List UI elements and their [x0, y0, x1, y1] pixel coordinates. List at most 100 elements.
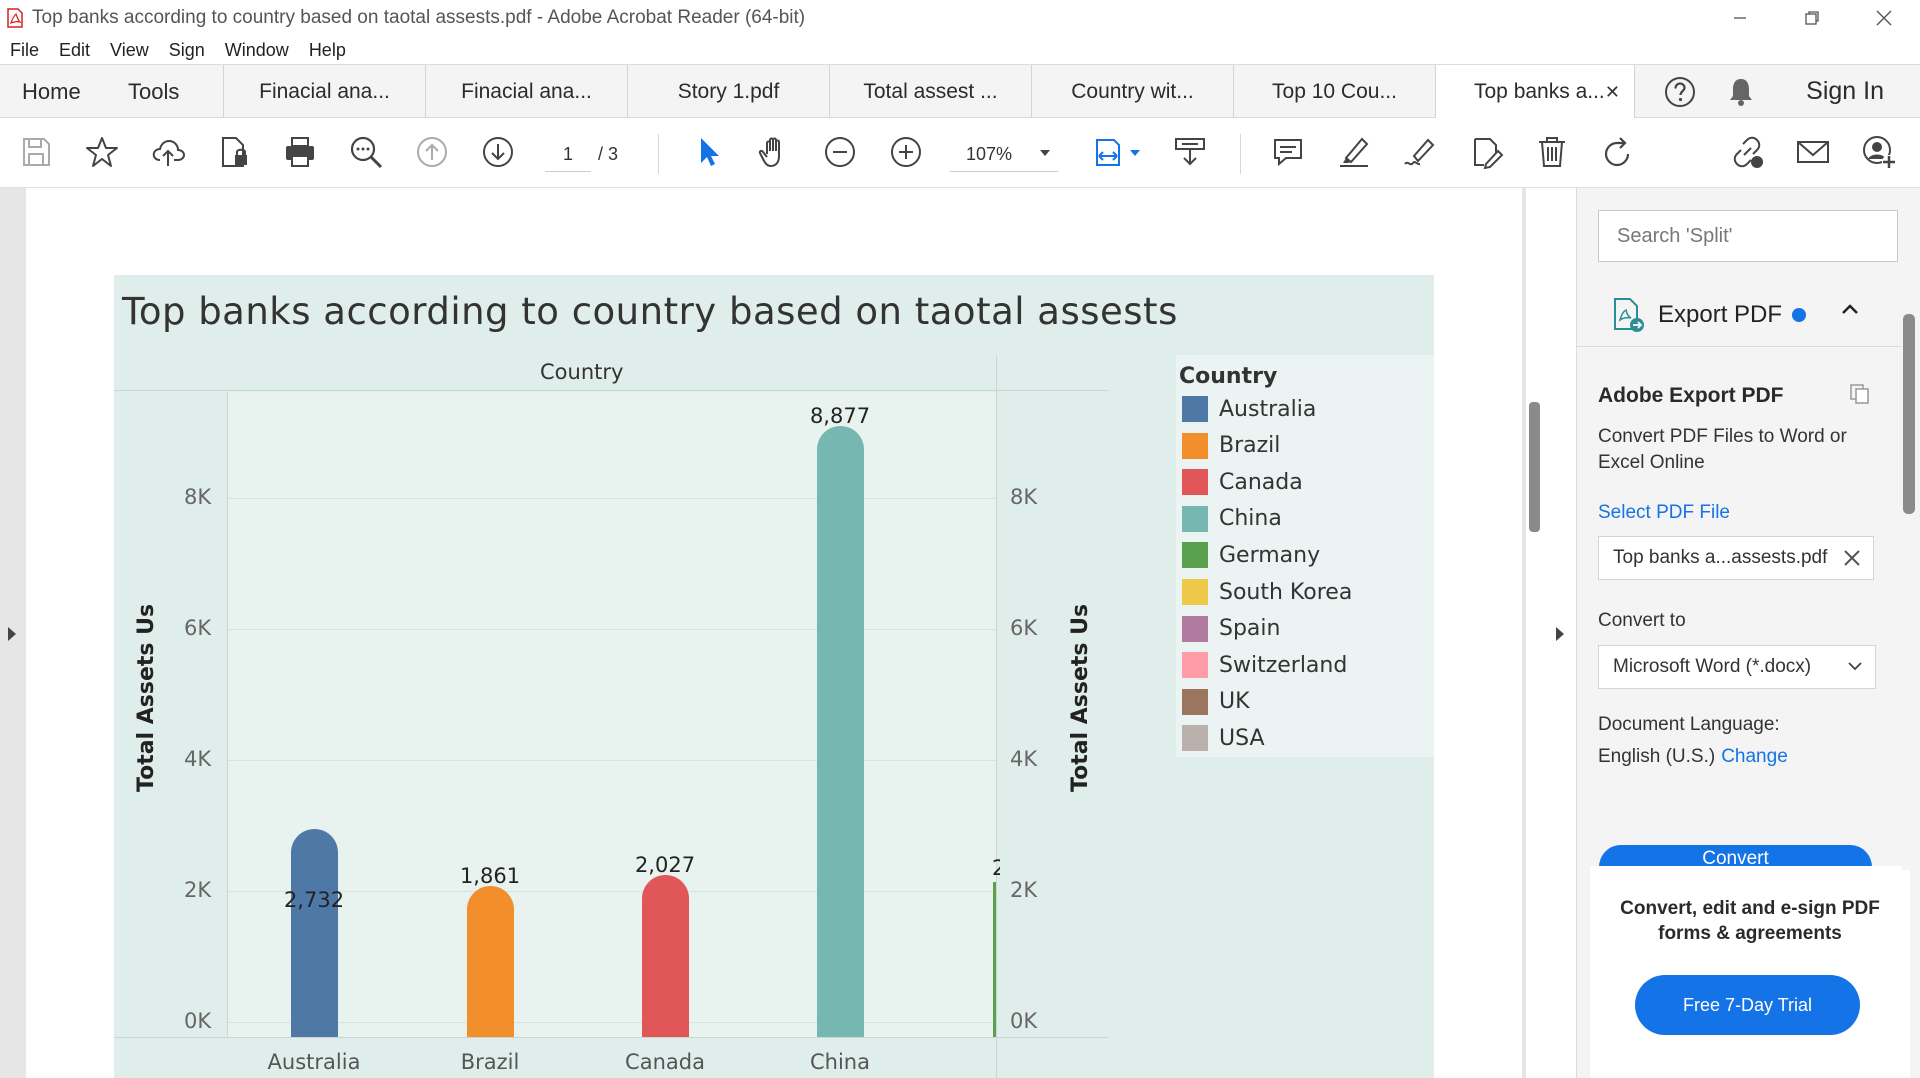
menu-sign[interactable]: Sign [159, 40, 215, 61]
doc-tab[interactable]: Top 10 Cou... [1233, 65, 1435, 118]
highlight-button[interactable] [1334, 132, 1374, 172]
previous-page-button[interactable] [412, 132, 452, 172]
y-tick-label-left: 0K [184, 1009, 212, 1033]
tab-home[interactable]: Home [22, 65, 81, 118]
legend-label: Spain [1219, 616, 1281, 642]
fit-menu-caret[interactable] [1130, 150, 1140, 156]
doc-tab[interactable]: Total assest ... [829, 65, 1031, 118]
upload-cloud-button[interactable] [148, 132, 188, 172]
bar-value-label: 1,861 [459, 864, 521, 888]
doc-tab-active[interactable]: Top banks a... ✕ [1435, 65, 1635, 119]
email-button[interactable] [1793, 132, 1833, 172]
menu-help[interactable]: Help [299, 40, 356, 61]
tools-search-input[interactable]: Search 'Split' [1598, 210, 1898, 262]
minimize-button[interactable] [1704, 0, 1776, 36]
document-scrollbar-thumb[interactable] [1529, 402, 1540, 532]
legend-item[interactable]: Canada [1182, 469, 1303, 496]
doc-tab-label: Top banks a... [1474, 80, 1605, 103]
copy-files-icon[interactable] [1848, 382, 1872, 406]
tab-close-button[interactable]: ✕ [1605, 82, 1620, 103]
bell-icon[interactable] [1726, 76, 1756, 108]
find-text-button[interactable] [346, 132, 386, 172]
save-icon [23, 138, 50, 166]
legend-label: Australia [1219, 396, 1317, 422]
doc-tab-label: Country wit... [1071, 79, 1194, 103]
file-lock-icon [222, 137, 247, 167]
selected-file-name: Top banks a...assests.pdf [1613, 547, 1828, 568]
bar-australia[interactable] [290, 828, 338, 1037]
change-language-link[interactable]: Change [1721, 746, 1788, 767]
share-link-button[interactable] [1727, 132, 1767, 172]
next-page-button[interactable] [478, 132, 518, 172]
comment-button[interactable] [1268, 132, 1308, 172]
zoom-dropdown[interactable]: 107% [950, 136, 1058, 172]
right-panel-toggle[interactable] [1556, 627, 1564, 641]
legend-item[interactable]: Brazil [1182, 432, 1280, 459]
free-trial-button[interactable]: Free 7-Day Trial [1635, 975, 1860, 1035]
document-scrollbar-track[interactable] [1526, 188, 1576, 1078]
legend-item[interactable]: UK [1182, 688, 1250, 715]
menu-window[interactable]: Window [215, 40, 299, 61]
page-number-input[interactable]: 1 [545, 136, 591, 172]
selected-file-field[interactable]: Top banks a...assests.pdf [1598, 536, 1874, 580]
convert-to-label: Convert to [1598, 610, 1686, 631]
panel-divider [1576, 346, 1906, 347]
zoom-out-button[interactable] [820, 132, 860, 172]
add-user-button[interactable] [1859, 132, 1899, 172]
bar-brazil[interactable] [466, 886, 514, 1037]
y-tick-label-right: 0K [1010, 1009, 1038, 1033]
sign-button[interactable] [1400, 132, 1440, 172]
fit-page-button[interactable] [1088, 132, 1128, 172]
zoom-in-button[interactable] [886, 132, 926, 172]
close-window-button[interactable] [1848, 0, 1920, 36]
print-button[interactable] [280, 132, 320, 172]
menu-file[interactable]: File [0, 40, 49, 61]
help-icon[interactable] [1664, 76, 1696, 108]
search-icon [350, 136, 383, 169]
plus-circle-icon [891, 137, 921, 167]
chevron-up-icon[interactable] [1840, 302, 1860, 316]
legend-item[interactable]: China [1182, 505, 1282, 532]
y-gridline [228, 497, 996, 499]
select-tool-button[interactable] [688, 132, 728, 172]
legend-item[interactable]: Australia [1182, 396, 1316, 422]
hand-icon [758, 137, 780, 167]
legend-swatch [1182, 579, 1208, 605]
convert-format-select[interactable]: Microsoft Word (*.docx) [1598, 645, 1876, 689]
doc-tab-label: Finacial ana... [259, 79, 390, 103]
legend-item[interactable]: South Korea [1182, 579, 1352, 605]
doc-tab[interactable]: Country wit... [1031, 65, 1233, 118]
scroll-mode-button[interactable] [1170, 132, 1210, 172]
restore-button[interactable] [1776, 0, 1848, 36]
panel-scrollbar-thumb[interactable] [1903, 314, 1915, 514]
document-language-label: Document Language: [1598, 714, 1780, 735]
clear-file-icon[interactable] [1841, 547, 1863, 569]
menu-edit[interactable]: Edit [49, 40, 100, 61]
sign-in-button[interactable]: Sign In [1806, 65, 1884, 118]
left-panel-toggle[interactable] [8, 627, 16, 641]
export-pdf-header[interactable]: Export PDF [1610, 295, 1807, 335]
menu-view[interactable]: View [100, 40, 159, 61]
save-button[interactable] [16, 132, 56, 172]
delete-button[interactable] [1532, 132, 1572, 172]
edit-pdf-button[interactable] [1466, 132, 1506, 172]
chevron-down-icon [1040, 150, 1050, 156]
protect-file-button[interactable] [214, 132, 254, 172]
hand-tool-button[interactable] [754, 132, 794, 172]
doc-tab[interactable]: Finacial ana... [223, 65, 425, 118]
doc-tab[interactable]: Story 1.pdf [627, 65, 829, 118]
legend-item[interactable]: Germany [1182, 542, 1320, 569]
doc-tab[interactable]: Finacial ana... [425, 65, 627, 118]
cursor-arrow-icon [701, 138, 719, 166]
tab-tools[interactable]: Tools [128, 65, 179, 118]
legend-item[interactable]: Switzerland [1182, 652, 1347, 679]
legend-item[interactable]: USA [1182, 725, 1265, 752]
y-tick-label-right: 6K [1010, 615, 1038, 640]
bar-china[interactable] [816, 426, 864, 1037]
bookmark-star-button[interactable] [82, 132, 122, 172]
select-pdf-file-link[interactable]: Select PDF File [1598, 502, 1730, 524]
trash-icon [1539, 137, 1565, 167]
bar-canada[interactable] [641, 875, 689, 1037]
legend-item[interactable]: Spain [1182, 615, 1281, 642]
rotate-button[interactable] [1598, 132, 1638, 172]
